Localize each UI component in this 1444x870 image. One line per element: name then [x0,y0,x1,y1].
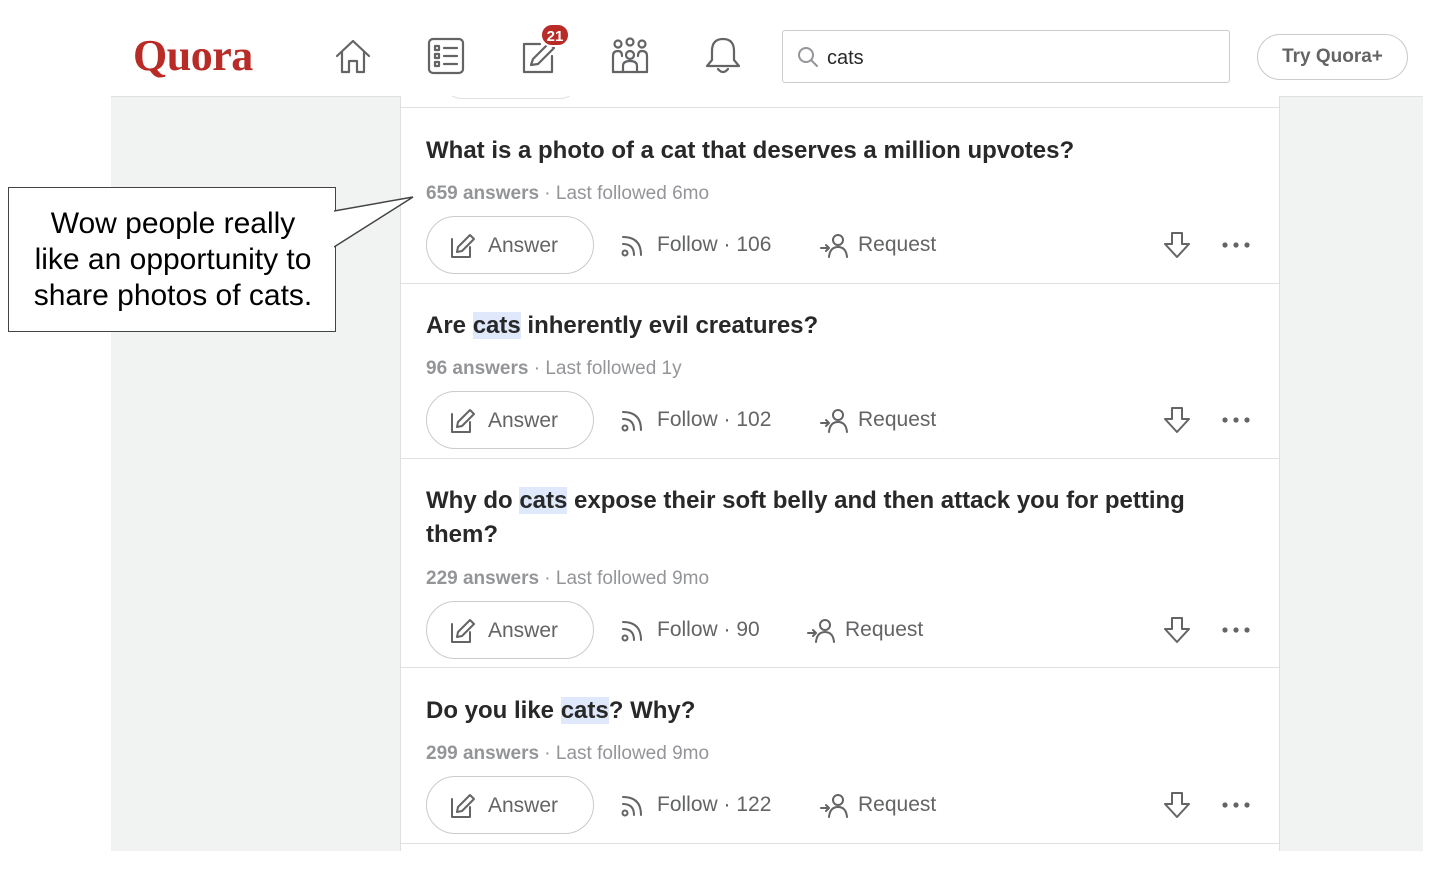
answer-button[interactable]: Answer [426,391,594,449]
callout-pointer [334,196,414,248]
more-options-icon[interactable] [1219,404,1253,436]
follow-button[interactable]: Follow · 90 [619,615,779,645]
follow-feed-icon [621,411,642,432]
callout-text: Wow people really like an opportunity to… [33,207,313,312]
follow-feed-icon [621,796,642,817]
request-person-icon [820,409,848,433]
notification-badge: 21 [540,23,570,47]
question-meta: 96 answers · Last followed 1y [426,358,682,379]
follow-button[interactable]: Follow · 122 [619,790,789,820]
downvote-icon[interactable] [1161,404,1193,436]
answer-count[interactable]: 229 answers [426,568,539,589]
edit-icon [451,234,475,258]
question-title[interactable]: Are cats inherently evil creatures? [426,309,1246,343]
request-button[interactable]: Request [820,790,950,820]
quora-logo[interactable]: Quora [133,30,253,82]
more-options-icon[interactable] [1219,789,1253,821]
answer-button[interactable]: Answer [426,216,594,274]
follow-feed-icon [621,236,642,257]
request-person-icon [807,619,835,643]
follow-button[interactable]: Follow · 102 [619,405,789,435]
answer-count[interactable]: 299 answers [426,743,539,764]
answer-count[interactable]: 659 answers [426,183,539,204]
answer-button[interactable]: Answer [426,601,594,659]
request-button[interactable]: Request [820,405,950,435]
divider [401,843,1279,844]
question-meta: 299 answers · Last followed 9mo [426,743,710,764]
question-card: Do you like cats? Why? 299 answers · Las… [401,667,1279,843]
downvote-icon[interactable] [1161,614,1193,646]
question-meta: 659 answers · Last followed 6mo [426,183,710,204]
question-title[interactable]: Do you like cats? Why? [426,694,1246,728]
spaces-icon[interactable] [608,34,652,78]
follow-button[interactable]: Follow · 106 [619,230,789,260]
edit-icon [451,794,475,818]
question-card: Are cats inherently evil creatures? 96 a… [401,283,1279,458]
question-title[interactable]: What is a photo of a cat that deserves a… [426,134,1246,168]
search-icon [798,47,818,67]
home-icon[interactable] [331,34,375,78]
follow-feed-icon [621,621,642,642]
request-person-icon [820,794,848,818]
request-button[interactable]: Request [820,230,950,260]
question-meta: 229 answers · Last followed 9mo [426,568,710,589]
downvote-icon[interactable] [1161,229,1193,261]
question-card: What is a photo of a cat that deserves a… [401,107,1279,283]
more-options-icon[interactable] [1219,614,1253,646]
request-button[interactable]: Request [807,615,937,645]
previous-answer-button[interactable] [441,96,581,99]
downvote-icon[interactable] [1161,789,1193,821]
search-results-feed: What is a photo of a cat that deserves a… [400,96,1280,851]
edit-icon [451,409,475,433]
try-quora-plus-button[interactable]: Try Quora+ [1257,34,1408,80]
answer-list-icon[interactable] [424,34,468,78]
edit-icon [451,619,475,643]
request-person-icon [820,234,848,258]
question-title[interactable]: Why do cats expose their soft belly and … [426,484,1246,552]
search-query: cats [827,47,864,69]
annotation-callout: Wow people really like an opportunity to… [8,187,336,332]
more-options-icon[interactable] [1219,229,1253,261]
bell-icon[interactable] [701,34,745,78]
answer-button[interactable]: Answer [426,776,594,834]
search-input[interactable]: cats [782,30,1230,83]
question-card: Why do cats expose their soft belly and … [401,458,1279,667]
answer-count[interactable]: 96 answers [426,358,528,379]
